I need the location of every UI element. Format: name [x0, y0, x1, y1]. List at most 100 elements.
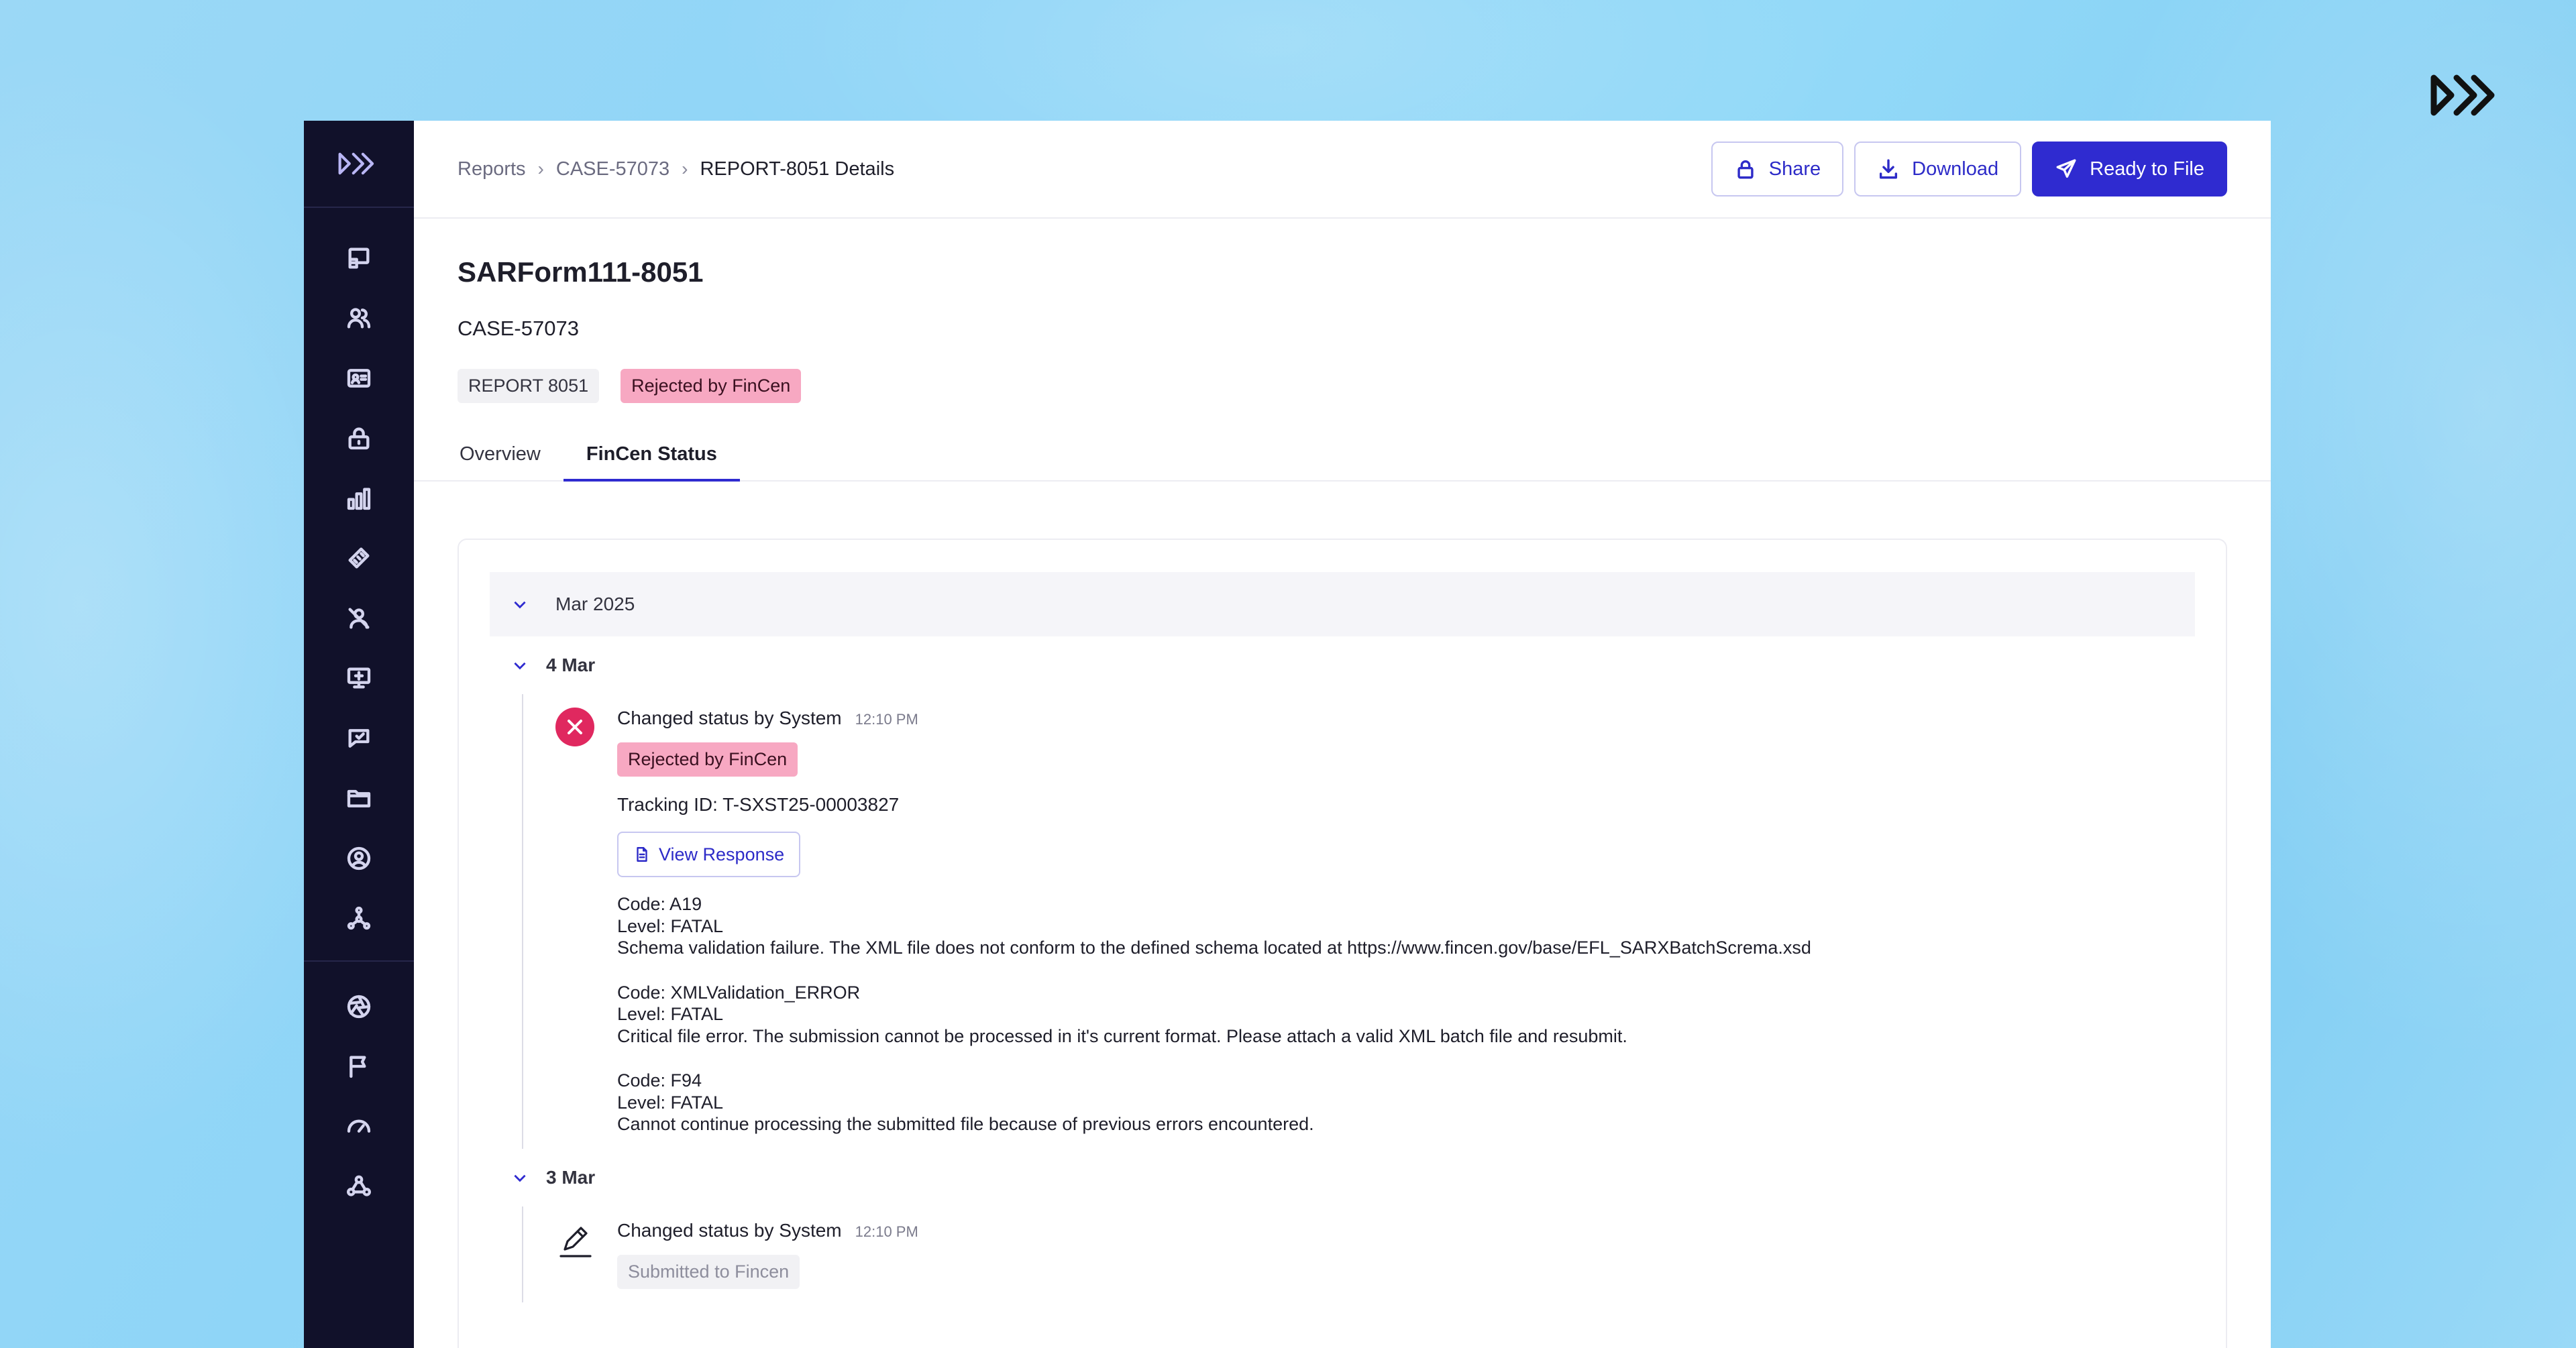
event-title: Changed status by System — [617, 708, 842, 728]
ready-to-file-button-label: Ready to File — [2090, 158, 2204, 180]
download-icon — [1880, 159, 1898, 179]
breadcrumb-link-case[interactable]: CASE-57073 — [556, 158, 669, 180]
sidebar-item-webhooks[interactable] — [304, 1157, 414, 1217]
chevron-down-icon — [514, 601, 526, 609]
month-group-header[interactable]: Mar 2025 — [490, 572, 2195, 636]
tab-fincen-status[interactable]: FinCen Status — [563, 443, 740, 482]
brand-logo-icon — [338, 152, 374, 175]
sidebar-item-analytics[interactable] — [304, 468, 414, 528]
sidebar-item-users[interactable] — [304, 288, 414, 349]
download-button-label: Download — [1912, 158, 1999, 180]
sidebar-primary-nav — [304, 208, 414, 948]
breadcrumb: Reports › CASE-57073 › REPORT-8051 Detai… — [458, 158, 894, 180]
fincen-status-panel: Mar 2025 4 Mar Changed status by System … — [458, 539, 2227, 1348]
tab-overview[interactable]: Overview — [437, 443, 564, 480]
send-icon — [2056, 159, 2076, 178]
breadcrumb-current: REPORT-8051 Details — [700, 158, 895, 180]
flag-icon — [350, 1056, 366, 1078]
sidebar-item-reviews[interactable] — [304, 708, 414, 769]
sidebar-item-account[interactable] — [304, 828, 414, 889]
chevron-down-icon — [514, 662, 526, 670]
error-code: Code: XMLValidation_ERROR — [617, 982, 861, 1003]
user-circle-icon — [347, 846, 371, 870]
error-message: Cannot continue processing the submitted… — [617, 1114, 1314, 1134]
report-number-badge: REPORT 8051 — [458, 369, 600, 403]
dashboard-icon — [348, 247, 370, 269]
view-response-label: View Response — [659, 844, 785, 864]
report-header: SARForm111-8051 CASE-57073 REPORT 8051 R… — [414, 219, 2271, 403]
case-id: CASE-57073 — [458, 317, 579, 340]
chevron-right-icon: › — [682, 158, 688, 179]
sidebar-item-blocked-users[interactable] — [304, 588, 414, 649]
day-label: 3 Mar — [546, 1166, 596, 1188]
error-code: Code: F94 — [617, 1070, 702, 1090]
error-level: Level: FATAL — [617, 915, 724, 936]
sidebar-item-integrations[interactable] — [304, 976, 414, 1037]
header-actions: Share Download Ready to File — [1711, 142, 2227, 196]
sidebar-item-security[interactable] — [304, 408, 414, 469]
error-level: Level: FATAL — [617, 1092, 724, 1113]
report-tags: REPORT 8051 Rejected by FinCen — [458, 369, 2227, 403]
event-header: Changed status by System 12:10 PM — [617, 708, 2195, 729]
tracking-id: Tracking ID: T-SXST25-00003827 — [617, 794, 900, 815]
page-title: SARForm111-8051 — [458, 256, 704, 288]
pencil-icon — [559, 1226, 592, 1257]
download-button[interactable]: Download — [1854, 142, 2022, 196]
sidebar-item-flags[interactable] — [304, 1037, 414, 1097]
document-icon — [637, 847, 647, 862]
app-window: Reports › CASE-57073 › REPORT-8051 Detai… — [304, 121, 2271, 1348]
chevron-down-icon — [514, 1174, 526, 1182]
error-message: Schema validation failure. The XML file … — [617, 938, 1811, 958]
sidebar-item-profiles[interactable] — [304, 348, 414, 408]
timeline-event: Changed status by System 12:10 PM Submit… — [522, 1206, 2195, 1302]
error-x-icon — [555, 708, 594, 746]
brand-logo-icon — [2430, 74, 2495, 116]
day-label: 4 Mar — [546, 655, 596, 675]
sidebar-item-performance[interactable] — [304, 1097, 414, 1157]
top-bar: Reports › CASE-57073 › REPORT-8051 Detai… — [414, 121, 2271, 219]
aperture-icon — [347, 995, 371, 1018]
webhook-icon — [347, 1175, 371, 1196]
share-button-label: Share — [1768, 158, 1821, 180]
timeline-event: Changed status by System 12:10 PM Reject… — [522, 694, 2195, 1149]
sidebar-item-dashboard[interactable] — [304, 228, 414, 288]
error-entry: Code: A19 Level: FATAL Schema validation… — [617, 893, 2195, 959]
ready-to-file-button[interactable]: Ready to File — [2032, 142, 2227, 196]
sidebar-item-files[interactable] — [304, 769, 414, 829]
error-entry: Code: XMLValidation_ERROR Level: FATAL C… — [617, 982, 2195, 1048]
event-time: 12:10 PM — [855, 1223, 918, 1240]
bar-chart-icon — [347, 488, 371, 510]
error-code: Code: A19 — [617, 894, 702, 914]
month-label: Mar 2025 — [555, 594, 635, 614]
ruler-icon — [348, 547, 370, 569]
sidebar-item-rules[interactable] — [304, 528, 414, 589]
status-badge: Submitted to Fincen — [617, 1254, 800, 1289]
event-header: Changed status by System 12:10 PM — [617, 1220, 2195, 1241]
tab-bar: Overview FinCen Status — [414, 443, 2271, 482]
folder-icon — [347, 790, 371, 808]
share-button[interactable]: Share — [1711, 142, 1844, 196]
event-title: Changed status by System — [617, 1219, 842, 1241]
status-badge: Rejected by FinCen — [617, 742, 798, 777]
sidebar-logo[interactable] — [304, 121, 414, 208]
breadcrumb-link-reports[interactable]: Reports — [458, 158, 526, 180]
sidebar-item-monitoring[interactable] — [304, 649, 414, 709]
sidebar — [304, 121, 414, 1348]
chevron-right-icon: › — [537, 158, 544, 179]
gauge-icon — [347, 1119, 371, 1133]
error-list: Code: A19 Level: FATAL Schema validation… — [617, 893, 2195, 1135]
view-response-button[interactable]: View Response — [617, 832, 801, 877]
sidebar-item-network[interactable] — [304, 889, 414, 949]
main-content: Reports › CASE-57073 › REPORT-8051 Detai… — [414, 121, 2271, 1348]
network-icon — [347, 907, 371, 930]
user-off-icon — [348, 608, 370, 629]
lock-icon — [1737, 160, 1754, 179]
sidebar-secondary-nav — [304, 960, 414, 1217]
status-badge: Rejected by FinCen — [621, 369, 802, 403]
monitor-icon — [347, 667, 371, 689]
day-group-header[interactable]: 4 Mar — [490, 636, 2195, 694]
id-card-icon — [347, 368, 371, 388]
day-group-header[interactable]: 3 Mar — [490, 1149, 2195, 1206]
event-time: 12:10 PM — [855, 711, 918, 728]
error-entry: Code: F94 Level: FATAL Cannot continue p… — [617, 1070, 2195, 1135]
